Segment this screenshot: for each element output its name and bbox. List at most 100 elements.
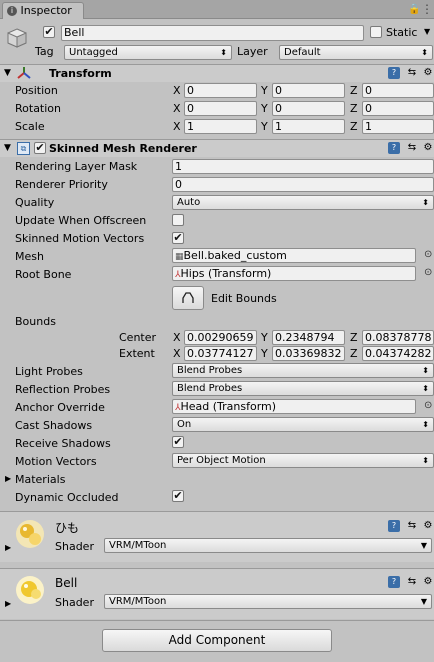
static-dropdown-arrow[interactable]: ▼: [424, 27, 430, 36]
tag-dropdown[interactable]: Untagged ⬍: [64, 45, 232, 60]
root-bone-field[interactable]: ⅄Hips (Transform): [172, 266, 416, 281]
object-picker-icon[interactable]: ⊙: [424, 267, 432, 278]
rotation-x-axis: X: [173, 102, 181, 115]
skinned-motion-vectors-checkbox[interactable]: ✔: [172, 232, 184, 244]
renderer-priority-label: Renderer Priority: [15, 178, 108, 191]
material-preview-icon: [14, 518, 46, 550]
mesh-field[interactable]: ▦Bell.baked_custom: [172, 248, 416, 263]
gameobject-icon: [6, 27, 28, 49]
shader-dropdown[interactable]: VRM/MToon ▼: [104, 538, 432, 553]
foldout-arrow-icon[interactable]: ▶: [5, 543, 11, 552]
motion-vectors-dropdown[interactable]: Per Object Motion ⬍: [172, 453, 434, 468]
rotation-z-field[interactable]: 0: [362, 101, 434, 116]
transform-icon: [17, 66, 31, 80]
foldout-arrow-icon[interactable]: ▶: [5, 474, 11, 483]
foldout-arrow-icon[interactable]: ▶: [5, 599, 11, 608]
bounds-label: Bounds: [15, 315, 56, 328]
help-book-icon[interactable]: ?: [388, 142, 400, 154]
quality-dropdown[interactable]: Auto ⬍: [172, 195, 434, 210]
skinned-mesh-icon: ⧉: [17, 142, 30, 155]
edit-bounds-icon: [182, 292, 194, 303]
anchor-override-field[interactable]: ⅄Head (Transform): [172, 399, 416, 414]
material-name: Bell: [55, 576, 78, 590]
active-checkbox[interactable]: ✔: [43, 26, 55, 38]
extent-y-field[interactable]: 0.03369832: [272, 346, 345, 361]
position-z-axis: Z: [350, 84, 358, 97]
scale-label: Scale: [15, 120, 45, 133]
anchor-override-label: Anchor Override: [15, 401, 105, 414]
foldout-arrow-icon[interactable]: ▼: [4, 68, 11, 78]
preset-icon[interactable]: ⇆: [406, 576, 418, 588]
gear-icon[interactable]: ⚙: [422, 67, 434, 79]
scale-y-field[interactable]: 1: [272, 119, 345, 134]
update-offscreen-label: Update When Offscreen: [15, 214, 147, 227]
help-book-icon[interactable]: ?: [388, 520, 400, 532]
preset-icon[interactable]: ⇆: [406, 520, 418, 532]
reflection-probes-label: Reflection Probes: [15, 383, 111, 396]
static-checkbox[interactable]: [370, 26, 382, 38]
root-bone-label: Root Bone: [15, 268, 72, 281]
tag-label: Tag: [35, 45, 54, 58]
info-icon: i: [7, 6, 17, 16]
shader-label: Shader: [55, 540, 94, 553]
add-component-button[interactable]: Add Component: [102, 629, 332, 652]
cast-shadows-label: Cast Shadows: [15, 419, 93, 432]
position-y-field[interactable]: 0: [272, 83, 345, 98]
gear-icon[interactable]: ⚙: [422, 520, 434, 532]
layer-label: Layer: [237, 45, 268, 58]
light-probes-label: Light Probes: [15, 365, 83, 378]
scale-x-field[interactable]: 1: [184, 119, 257, 134]
menu-icon[interactable]: ⋮: [421, 2, 433, 16]
center-y-field[interactable]: 0.2348794: [272, 330, 345, 345]
tab-inspector[interactable]: i Inspector: [2, 2, 84, 19]
material-preview-icon: [14, 574, 46, 606]
extent-z-field[interactable]: 0.04374282: [362, 346, 434, 361]
extent-z-axis: Z: [350, 347, 358, 360]
object-picker-icon[interactable]: ⊙: [424, 249, 432, 260]
rotation-y-axis: Y: [261, 102, 268, 115]
help-book-icon[interactable]: ?: [388, 67, 400, 79]
layer-dropdown[interactable]: Default ⬍: [279, 45, 433, 60]
gear-icon[interactable]: ⚙: [422, 576, 434, 588]
extent-x-field[interactable]: 0.03774127: [184, 346, 257, 361]
shader-dropdown[interactable]: VRM/MToon ▼: [104, 594, 432, 609]
extent-y-axis: Y: [261, 347, 268, 360]
rotation-y-field[interactable]: 0: [272, 101, 345, 116]
foldout-arrow-icon[interactable]: ▼: [4, 143, 11, 153]
object-name-field[interactable]: Bell: [61, 25, 364, 41]
center-label: Center: [119, 331, 157, 344]
center-z-field[interactable]: 0.08378778: [362, 330, 434, 345]
renderer-priority-field[interactable]: 0: [172, 177, 434, 192]
help-book-icon[interactable]: ?: [388, 576, 400, 588]
preset-icon[interactable]: ⇆: [406, 67, 418, 79]
center-y-axis: Y: [261, 331, 268, 344]
center-x-field[interactable]: 0.00290659: [184, 330, 257, 345]
mesh-label: Mesh: [15, 250, 44, 263]
rendering-layer-mask-field[interactable]: 1: [172, 159, 434, 174]
tab-title: Inspector: [20, 4, 72, 17]
dynamic-occluded-checkbox[interactable]: ✔: [172, 490, 184, 502]
preset-icon[interactable]: ⇆: [406, 142, 418, 154]
static-label: Static: [386, 26, 418, 39]
center-z-axis: Z: [350, 331, 358, 344]
rendering-layer-mask-label: Rendering Layer Mask: [15, 160, 138, 173]
position-z-field[interactable]: 0: [362, 83, 434, 98]
edit-bounds-button[interactable]: [172, 286, 204, 310]
position-x-axis: X: [173, 84, 181, 97]
smr-enabled-checkbox[interactable]: ✔: [34, 142, 46, 154]
rotation-x-field[interactable]: 0: [184, 101, 257, 116]
light-probes-dropdown[interactable]: Blend Probes ⬍: [172, 363, 434, 378]
lock-icon[interactable]: 🔒: [408, 4, 420, 15]
update-offscreen-checkbox[interactable]: [172, 214, 184, 226]
edit-bounds-label: Edit Bounds: [211, 292, 277, 305]
materials-label[interactable]: Materials: [15, 473, 65, 486]
cast-shadows-dropdown[interactable]: On ⬍: [172, 417, 434, 432]
object-picker-icon[interactable]: ⊙: [424, 400, 432, 411]
position-x-field[interactable]: 0: [184, 83, 257, 98]
reflection-probes-dropdown[interactable]: Blend Probes ⬍: [172, 381, 434, 396]
transform-title: Transform: [49, 67, 112, 80]
scale-z-field[interactable]: 1: [362, 119, 434, 134]
receive-shadows-checkbox[interactable]: ✔: [172, 436, 184, 448]
shader-label: Shader: [55, 596, 94, 609]
gear-icon[interactable]: ⚙: [422, 142, 434, 154]
